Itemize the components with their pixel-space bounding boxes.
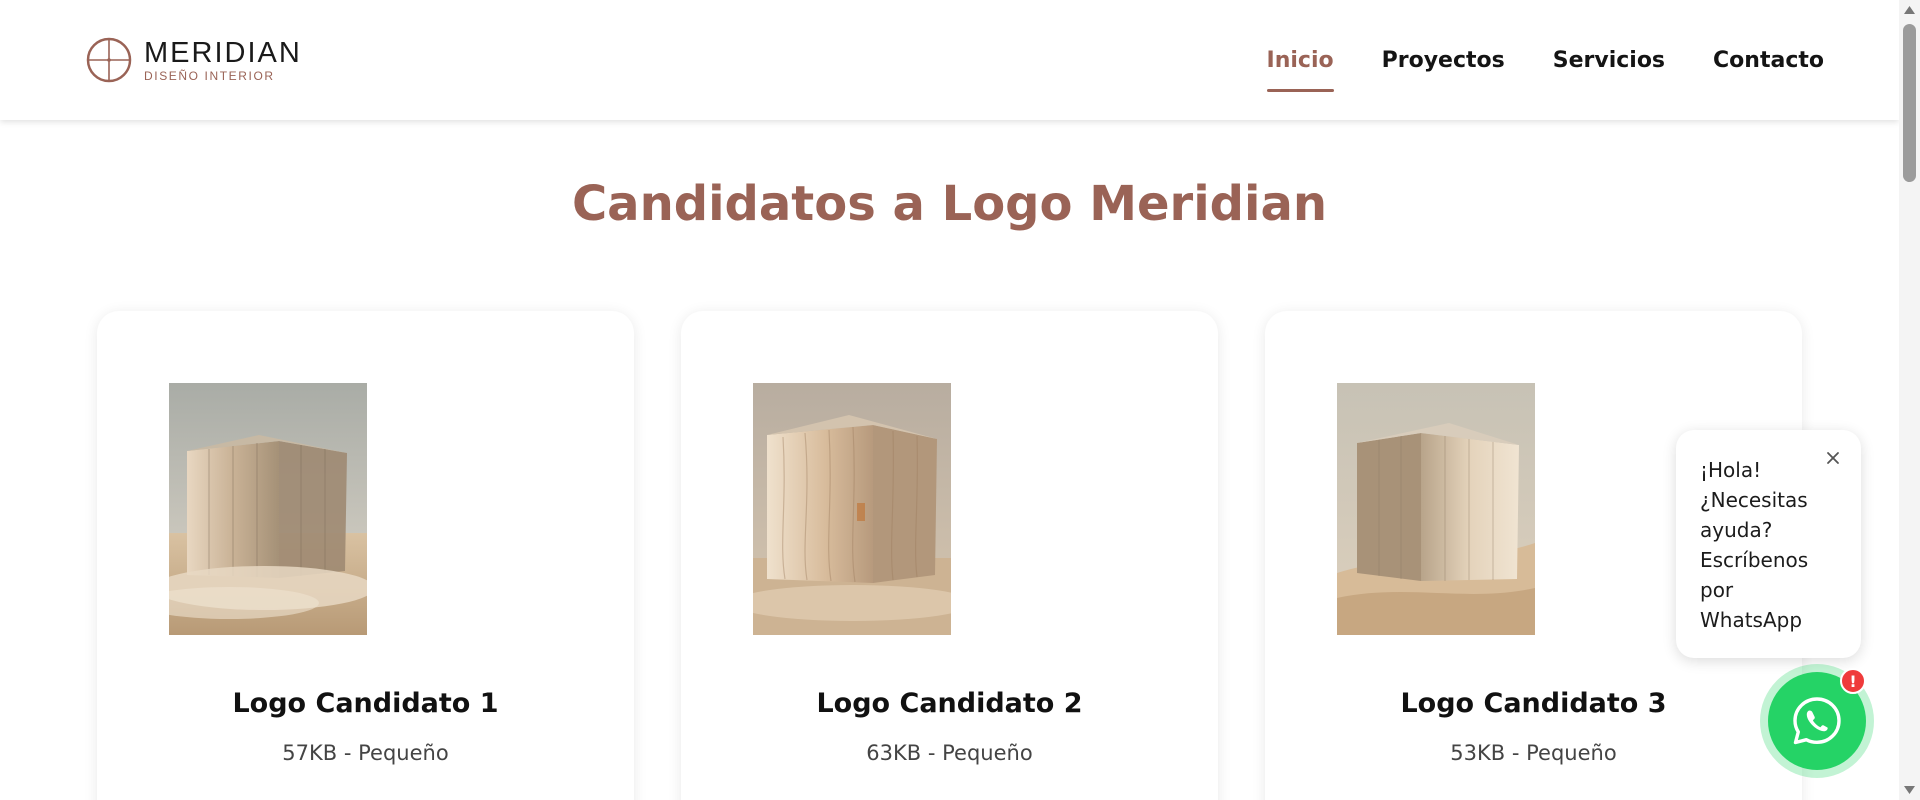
- close-icon[interactable]: [1821, 446, 1845, 470]
- brand-tagline: DISEÑO INTERIOR: [144, 68, 275, 83]
- page-title: Candidatos a Logo Meridian: [571, 176, 1328, 232]
- logo-card-1: Logo Candidato 1 57KB - Pequeño: [97, 311, 634, 800]
- chat-message: ¡Hola! ¿Necesitas ayuda? Escríbenos por …: [1700, 458, 1809, 632]
- logo-card-2: Logo Candidato 2 63KB - Pequeño: [681, 311, 1218, 800]
- curtain-cube-image: [1337, 383, 1535, 635]
- card-image-2[interactable]: [753, 383, 951, 635]
- scroll-down-arrow-icon[interactable]: [1902, 783, 1917, 797]
- nav-item-contacto[interactable]: Contacto: [1713, 44, 1824, 78]
- whatsapp-icon: [1793, 697, 1841, 745]
- main-nav: Inicio Proyectos Servicios Contacto: [1219, 44, 1824, 92]
- nav-item-inicio[interactable]: Inicio: [1266, 44, 1334, 92]
- brand-name: MERIDIAN: [144, 36, 302, 69]
- whatsapp-chat-bubble: ¡Hola! ¿Necesitas ayuda? Escríbenos por …: [1676, 430, 1861, 658]
- card-file-info: 63KB - Pequeño: [866, 741, 1033, 765]
- curtain-cube-image: [753, 383, 951, 635]
- site-header: MERIDIAN DISEÑO INTERIOR Inicio Proyecto…: [0, 0, 1899, 120]
- card-title: Logo Candidato 2: [816, 688, 1083, 719]
- notification-badge: !: [1840, 668, 1866, 694]
- curtain-cube-image: [169, 383, 367, 635]
- page-scrollbar[interactable]: [1899, 0, 1920, 800]
- nav-item-proyectos[interactable]: Proyectos: [1382, 44, 1505, 78]
- brand-logo[interactable]: MERIDIAN DISEÑO INTERIOR: [86, 37, 302, 83]
- card-title: Logo Candidato 1: [232, 688, 499, 719]
- scroll-up-arrow-icon[interactable]: [1902, 3, 1917, 17]
- card-image-1[interactable]: [169, 383, 367, 635]
- card-file-info: 57KB - Pequeño: [282, 741, 449, 765]
- card-file-info: 53KB - Pequeño: [1450, 741, 1617, 765]
- scrollbar-thumb[interactable]: [1903, 24, 1916, 182]
- brand-text: MERIDIAN DISEÑO INTERIOR: [144, 38, 302, 83]
- nav-item-servicios[interactable]: Servicios: [1553, 44, 1665, 78]
- card-title: Logo Candidato 3: [1400, 688, 1667, 719]
- whatsapp-button[interactable]: !: [1760, 664, 1874, 778]
- crosshair-circle-icon: [86, 37, 132, 83]
- card-image-3[interactable]: [1337, 383, 1535, 635]
